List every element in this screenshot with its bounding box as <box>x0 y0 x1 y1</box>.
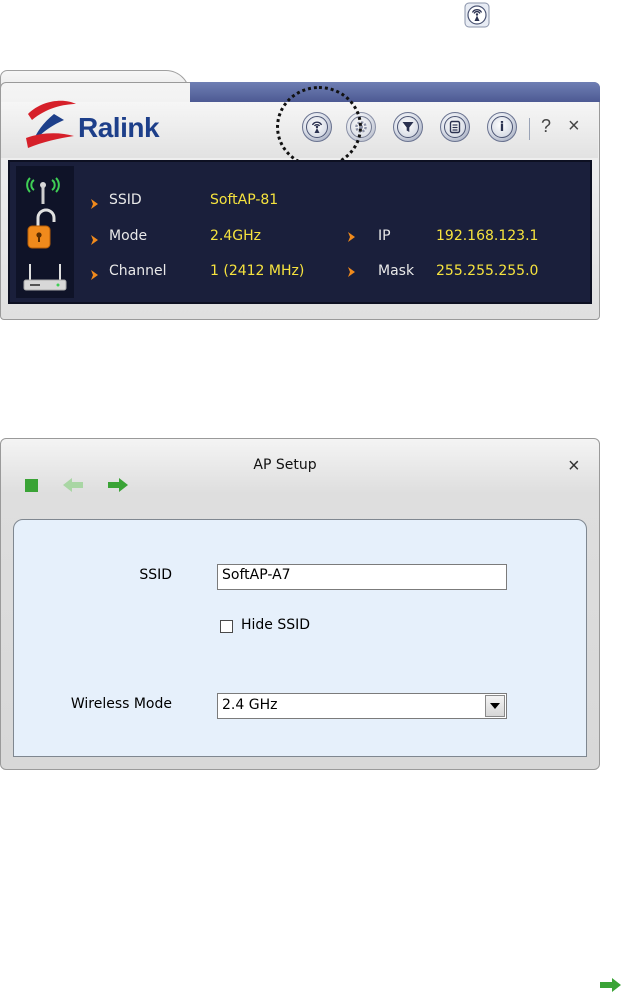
wireless-mode-select[interactable]: 2.4 GHz <box>217 693 507 719</box>
about-button[interactable]: i <box>487 112 517 142</box>
bullet-arrow-icon <box>91 199 98 209</box>
status-column <box>16 166 74 298</box>
hide-ssid-label: Hide SSID <box>241 617 311 633</box>
mode-value: 2.4GHz <box>210 228 261 244</box>
ip-value: 192.168.123.1 <box>436 228 539 244</box>
list-button[interactable] <box>440 112 470 142</box>
wireless-mode-label: Wireless Mode <box>70 696 172 712</box>
toolbar-divider <box>529 118 530 140</box>
dropdown-arrow-button[interactable] <box>485 695 505 717</box>
filter-button[interactable] <box>393 112 423 142</box>
unlocked-padlock-icon <box>27 208 56 249</box>
filter-icon <box>397 116 419 138</box>
dialog-close-button[interactable]: × <box>568 455 580 478</box>
mode-label: Mode <box>109 228 148 244</box>
forward-arrow-icon[interactable] <box>104 475 130 495</box>
ap-setup-dialog: AP Setup × SSID SoftAP-A7 Hide SSID Wire… <box>0 438 600 770</box>
stop-icon[interactable] <box>25 479 38 492</box>
brand-name: Ralink <box>78 112 160 143</box>
ssid-label: SSID <box>109 192 142 208</box>
ssid-value: SoftAP-81 <box>210 192 279 208</box>
connection-info-panel: SSID SoftAP-81 Mode 2.4GHz Channel 1 (24… <box>8 160 592 304</box>
signal-antenna-icon <box>26 177 60 204</box>
bullet-arrow-icon <box>348 267 355 277</box>
highlight-circle <box>276 86 362 168</box>
ssid-field-label: SSID <box>139 567 172 583</box>
ssid-input[interactable]: SoftAP-A7 <box>217 564 507 590</box>
forward-arrow-icon <box>597 975 623 995</box>
hide-ssid-checkbox[interactable] <box>220 620 233 633</box>
mask-label: Mask <box>378 263 415 279</box>
info-icon: i <box>491 116 513 138</box>
bullet-arrow-icon <box>91 235 98 245</box>
ap-setup-form: SSID SoftAP-A7 Hide SSID Wireless Mode 2… <box>13 519 587 757</box>
wireless-mode-value: 2.4 GHz <box>222 697 278 713</box>
mask-value: 255.255.255.0 <box>436 263 539 279</box>
bullet-arrow-icon <box>91 270 98 280</box>
ralink-logo: Ralink <box>24 92 184 156</box>
help-button[interactable]: ? <box>541 116 551 137</box>
channel-value: 1 (2412 MHz) <box>210 263 305 279</box>
ip-label: IP <box>378 228 391 244</box>
title-band <box>190 82 600 102</box>
ap-icon <box>464 2 490 28</box>
back-arrow-icon[interactable] <box>61 475 87 495</box>
dialog-title: AP Setup <box>253 457 317 473</box>
router-icon <box>23 264 67 291</box>
bullet-arrow-icon <box>348 232 355 242</box>
channel-label: Channel <box>109 263 167 279</box>
list-icon <box>444 116 466 138</box>
ralink-utility-window: Ralink i ? × SSID SoftAP-81 Mode 2.4GHz … <box>0 70 600 320</box>
info-glyph: i <box>499 119 505 135</box>
close-button[interactable]: × <box>568 115 580 138</box>
chevron-down-icon <box>490 703 500 709</box>
